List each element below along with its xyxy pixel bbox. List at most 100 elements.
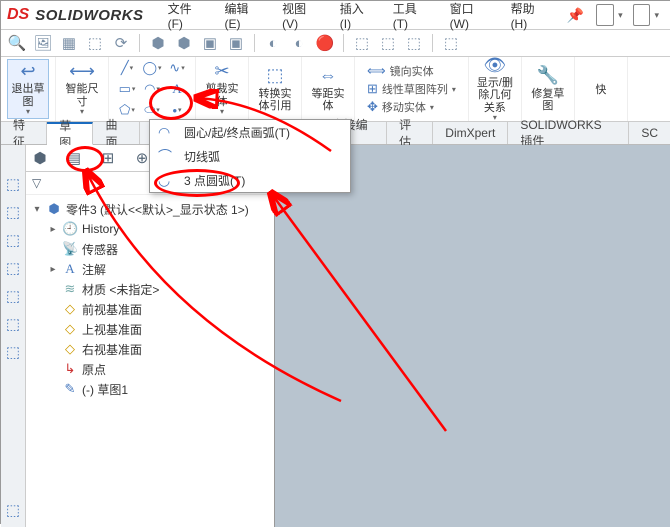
tab-sw-addins[interactable]: SOLIDWORKS 插件 — [508, 122, 629, 144]
qa-icon-5[interactable]: ⟳ — [111, 33, 131, 53]
side-tool-4[interactable]: ⬚ — [4, 259, 22, 277]
fast-label: 快 — [595, 84, 606, 96]
dropdown-arrow-icon[interactable]: ▾ — [26, 108, 30, 117]
menu-edit[interactable]: 编辑(E) — [217, 0, 273, 35]
dropdown-arrow-icon[interactable]: ▾ — [220, 108, 224, 117]
move-button[interactable]: ✥移动实体▾ — [367, 99, 456, 115]
tree-material[interactable]: ≋ 材质 <未指定> — [26, 279, 274, 299]
menu-tools[interactable]: 工具(T) — [385, 0, 440, 35]
tab-feature[interactable]: 特征 — [1, 122, 47, 144]
graphics-canvas[interactable] — [275, 145, 670, 527]
qa-icon-16[interactable]: ⬚ — [441, 33, 461, 53]
offset-icon: ⇔ — [319, 66, 337, 86]
plane-icon: ◇ — [62, 301, 78, 317]
tree-right-plane[interactable]: ◇ 右视基准面 — [26, 339, 274, 359]
tree-top-plane[interactable]: ◇ 上视基准面 — [26, 319, 274, 339]
menu-help[interactable]: 帮助(H) — [503, 0, 559, 35]
side-tool-2[interactable]: ⬚ — [4, 203, 22, 221]
panel-tab-3[interactable]: ⊞ — [98, 148, 118, 168]
new-doc-icon[interactable] — [596, 4, 614, 26]
tree-material-label: 材质 <未指定> — [82, 281, 159, 298]
arc-tangent-item[interactable]: ⌒ 切线弧 — [150, 144, 350, 168]
qa-icon-3[interactable]: ▦ — [59, 33, 79, 53]
tab-surface[interactable]: 曲面 — [93, 122, 139, 144]
qa-icon-15[interactable]: ⬚ — [404, 33, 424, 53]
mirror-button[interactable]: ⟺镜向实体 — [367, 63, 456, 79]
menu-file[interactable]: 文件(F) — [160, 0, 215, 35]
tree-sensors[interactable]: 📡 传感器 — [26, 239, 274, 259]
tab-sketch[interactable]: 草图 — [47, 122, 93, 145]
side-tool-7[interactable]: ⬚ — [4, 343, 22, 361]
collapse-icon[interactable]: ▾ — [32, 204, 42, 215]
arc-threepoint-item[interactable]: ◡ 3 点圆弧(T) — [150, 168, 350, 192]
pattern-button[interactable]: ⊞线性草图阵列▾ — [367, 81, 456, 97]
tree-sensors-label: 传感器 — [82, 241, 118, 258]
spline-tool[interactable]: ∿▾ — [165, 58, 189, 78]
tree-origin[interactable]: ↳ 原点 — [26, 359, 274, 379]
line-tool[interactable]: ╱▾ — [115, 58, 139, 78]
qa-icon-14[interactable]: ⬚ — [378, 33, 398, 53]
convert-label: 转换实体引用 — [255, 88, 295, 112]
tree-root[interactable]: ▾ ⬢ 零件3 (默认<<默认>_显示状态 1>) — [26, 199, 274, 219]
tree-annotations[interactable]: ▸A 注解 — [26, 259, 274, 279]
menu-insert[interactable]: 插入(I) — [332, 0, 383, 35]
open-doc-icon[interactable] — [633, 4, 651, 26]
history-icon: 🕘 — [62, 221, 78, 237]
side-tool-3[interactable]: ⬚ — [4, 231, 22, 249]
convert-button[interactable]: ⬚ 转换实体引用 — [255, 59, 295, 119]
tree-history[interactable]: ▸🕘 History — [26, 219, 274, 239]
qa-icon-8[interactable]: ▣ — [200, 33, 220, 53]
qa-icon-12[interactable]: 🔴 — [315, 33, 335, 53]
side-tool-1[interactable]: ⬚ — [4, 175, 22, 193]
arc-tool[interactable]: ◠▾ — [140, 79, 164, 99]
trim-button[interactable]: ✂ 剪裁实体 ▾ — [202, 59, 242, 119]
qa-icon-11[interactable]: ◐ — [289, 33, 309, 53]
tree-sketch1[interactable]: ✎ (-) 草图1 — [26, 379, 274, 399]
qa-icon-1[interactable]: 🔍 — [7, 33, 27, 53]
qa-icon-7[interactable]: ⬢ — [174, 33, 194, 53]
point-tool[interactable]: •▾ — [165, 100, 189, 120]
open-doc-dropdown[interactable]: ▾ — [654, 10, 659, 21]
plane-icon: ◇ — [62, 321, 78, 337]
menu-window[interactable]: 窗口(W) — [442, 0, 501, 35]
arc-centerpoint-item[interactable]: ◠ 圆心/起/终点画弧(T) — [150, 120, 350, 144]
smart-dim-button[interactable]: ⟷ 智能尺寸 ▾ — [62, 59, 102, 119]
tab-dimxpert[interactable]: DimXpert — [433, 122, 508, 144]
exit-sketch-button[interactable]: ↩ 退出草图 ▾ — [7, 59, 49, 119]
new-doc-dropdown[interactable]: ▾ — [618, 10, 623, 21]
sketch-icon: ✎ — [62, 381, 78, 397]
side-tool-8[interactable]: ⬚ — [4, 501, 22, 519]
circle-tool[interactable]: ◯▾ — [140, 58, 164, 78]
text-tool[interactable]: A — [165, 79, 189, 99]
side-tool-5[interactable]: ⬚ — [4, 287, 22, 305]
filter-icon[interactable]: ▽ — [32, 176, 41, 190]
feature-tree: ▾ ⬢ 零件3 (默认<<默认>_显示状态 1>) ▸🕘 History 📡 传… — [26, 195, 274, 527]
poly-tool[interactable]: ⬠▾ — [115, 100, 139, 120]
panel-tab-2[interactable]: ▤ — [64, 148, 84, 168]
qa-icon-4[interactable]: ⬚ — [85, 33, 105, 53]
panel-tab-tree[interactable]: ⬢ — [30, 148, 50, 168]
qa-icon-6[interactable]: ⬢ — [148, 33, 168, 53]
tab-extra[interactable]: SC — [629, 122, 670, 144]
tab-evaluate[interactable]: 评估 — [387, 122, 433, 144]
dropdown-arrow-icon[interactable]: ▾ — [80, 108, 84, 117]
qa-icon-13[interactable]: ⬚ — [352, 33, 372, 53]
arc-threepoint-label: 3 点圆弧(T) — [184, 172, 245, 189]
pin-icon[interactable]: 📌 — [561, 7, 590, 24]
menu-view[interactable]: 视图(V) — [274, 0, 330, 35]
repair-button[interactable]: 🔧 修复草图 — [528, 59, 568, 119]
slot-tool[interactable]: ⬭▾ — [140, 100, 164, 120]
eye-icon: 👁 — [483, 56, 506, 76]
tree-front-plane[interactable]: ◇ 前视基准面 — [26, 299, 274, 319]
dropdown-arrow-icon[interactable]: ▾ — [493, 114, 497, 123]
offset-button[interactable]: ⇔ 等距实体 — [308, 59, 348, 119]
rect-tool[interactable]: ▭▾ — [115, 79, 139, 99]
qa-icon-10[interactable]: ◐ — [263, 33, 283, 53]
fast-button[interactable]: 快 — [581, 59, 621, 119]
tree-root-label: 零件3 (默认<<默认>_显示状态 1>) — [66, 201, 249, 218]
qa-icon-9[interactable]: ▣ — [226, 33, 246, 53]
side-tool-6[interactable]: ⬚ — [4, 315, 22, 333]
tangent-arc-icon: ⌒ — [158, 146, 176, 166]
display-rel-button[interactable]: 👁 显示/删除几何关系 ▾ — [475, 59, 515, 119]
qa-icon-2[interactable]: 🖼 — [33, 33, 53, 53]
